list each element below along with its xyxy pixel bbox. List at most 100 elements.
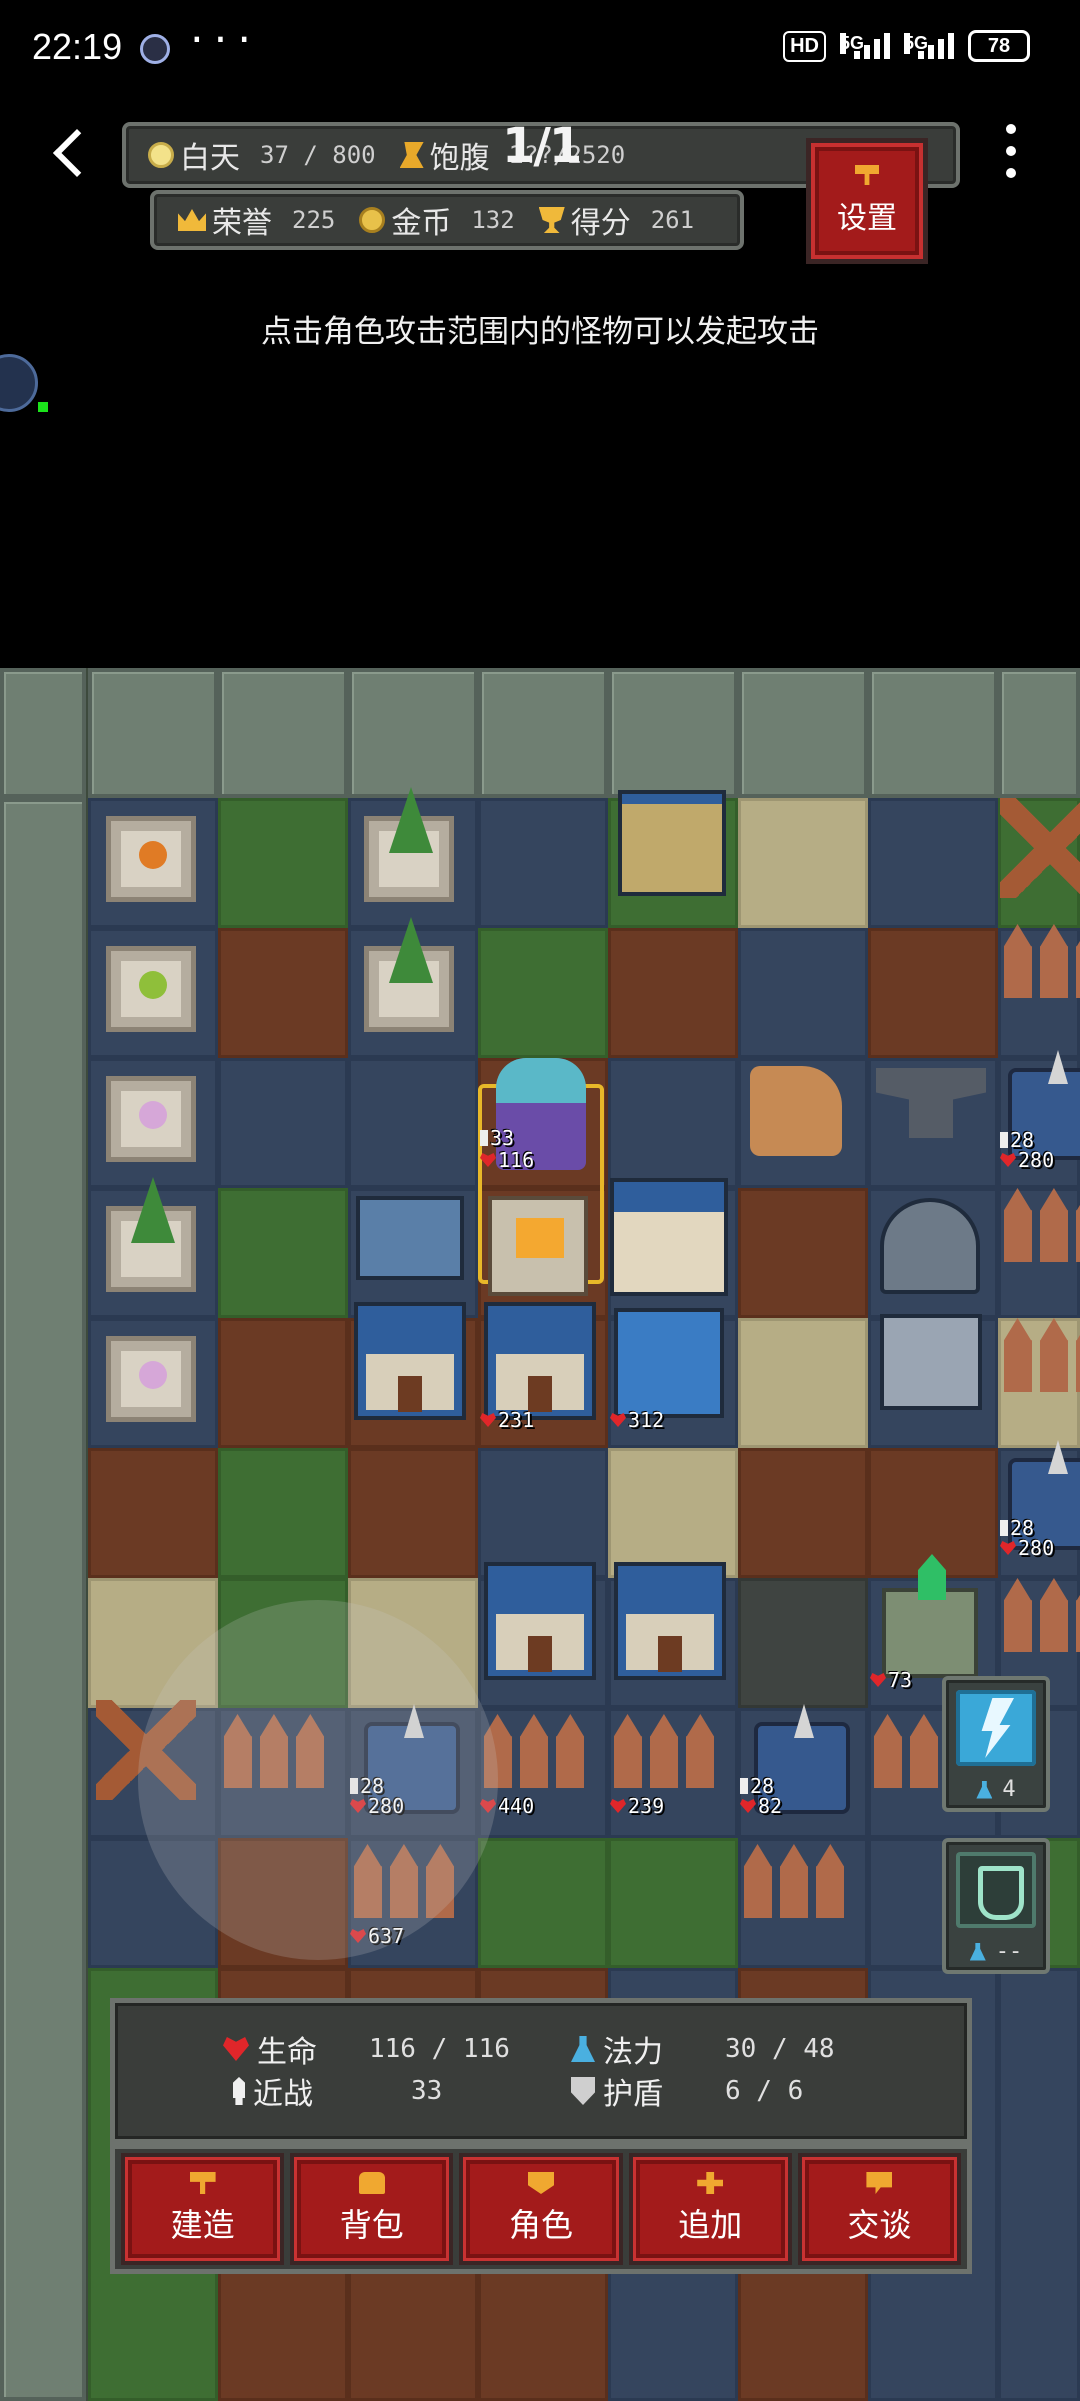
gold-value: 132 xyxy=(471,206,515,234)
hud-score-bar: 荣誉 225 金币 132 得分 261 xyxy=(150,190,744,250)
hammer-icon xyxy=(189,2172,216,2194)
status-time: 22:19 xyxy=(32,26,123,67)
character-stats-panel: 生命 116 / 116 近战 33 法力 30 / 48 护盾 6 / 6 xyxy=(110,1998,972,2144)
score-counter: 得分 261 xyxy=(538,198,694,242)
backpack-label: 背包 xyxy=(339,2206,404,2244)
left-wall xyxy=(0,798,86,2401)
cow-monster[interactable] xyxy=(750,1066,842,1156)
plus-icon xyxy=(697,2172,724,2194)
heart-icon xyxy=(1000,1541,1016,1555)
heart-icon xyxy=(610,1413,626,1427)
mana-flask-icon xyxy=(571,2036,595,2062)
turnip-planter[interactable] xyxy=(106,1336,196,1422)
wall-tile xyxy=(868,668,998,798)
trophy-icon xyxy=(538,207,565,233)
lightning-skill-card[interactable]: 4 xyxy=(942,1676,1050,1812)
well[interactable] xyxy=(880,1198,980,1294)
spike-fence[interactable] xyxy=(614,1714,718,1788)
network-label-2: 5G xyxy=(904,33,929,54)
online-indicator-icon xyxy=(38,402,48,412)
more-options-button[interactable] xyxy=(996,124,1026,178)
shield-icon xyxy=(956,1852,1036,1928)
sword-icon xyxy=(233,2077,245,2105)
wall-tile xyxy=(0,668,86,798)
honor-label: 荣誉 xyxy=(212,206,272,241)
signal-icon-2: 5G xyxy=(904,33,954,59)
lightning-skill-count: 4 xyxy=(946,1777,1046,1802)
floor-tile xyxy=(868,798,998,928)
crown-icon xyxy=(178,209,206,231)
town-hall[interactable] xyxy=(610,1178,728,1296)
floor-tile xyxy=(218,798,348,928)
status-icons: HD 5G 5G 78 xyxy=(783,30,1030,62)
virtual-joystick[interactable] xyxy=(138,1600,498,1960)
build-button[interactable]: 建造 xyxy=(121,2153,285,2265)
turnip-planter[interactable] xyxy=(106,1076,196,1162)
pumpkin-planter[interactable] xyxy=(106,816,196,902)
furnace[interactable] xyxy=(488,1196,588,1296)
pumpkin-icon xyxy=(139,841,167,869)
mana-flask-icon xyxy=(976,1780,993,1799)
heart-icon xyxy=(610,1799,626,1813)
tree-planter[interactable] xyxy=(364,816,454,902)
house[interactable] xyxy=(354,1302,466,1420)
floor-tile xyxy=(608,1058,738,1188)
heart-icon xyxy=(1000,1153,1016,1167)
shield-icon xyxy=(571,2077,595,2105)
player-attack-label: 33 xyxy=(480,1126,514,1150)
character-button[interactable]: 角色 xyxy=(459,2153,623,2265)
mana-flask-icon xyxy=(969,1942,986,1961)
tree-planter[interactable] xyxy=(106,1206,196,1292)
floor-tile xyxy=(998,1968,1080,2401)
player-hp-label: 116 xyxy=(480,1148,534,1172)
clinic-hp-label: 312 xyxy=(610,1408,664,1432)
melee-label: 近战 xyxy=(253,2077,313,2112)
floor-tile xyxy=(738,928,868,1058)
tower-hp-label: 82 xyxy=(740,1794,782,1818)
house[interactable] xyxy=(484,1302,596,1420)
floor-tile xyxy=(738,1578,868,1708)
settings-button[interactable]: 设置 xyxy=(806,138,928,264)
wall-tile xyxy=(608,668,738,798)
house[interactable] xyxy=(614,1562,726,1680)
wall-tile xyxy=(478,668,608,798)
backpack-button[interactable]: 背包 xyxy=(290,2153,454,2265)
more-notifications-icon: ··· xyxy=(186,20,258,61)
page-indicator: 1/1 xyxy=(502,118,582,174)
machine[interactable] xyxy=(880,1314,982,1410)
append-button[interactable]: 追加 xyxy=(628,2153,792,2265)
append-label: 追加 xyxy=(678,2206,743,2244)
tower-hp-label: 280 xyxy=(1000,1148,1054,1172)
shop-stall[interactable] xyxy=(618,790,726,896)
network-label-1: 5G xyxy=(840,33,865,54)
heart-icon xyxy=(480,1413,496,1427)
shield-skill-card[interactable]: -- xyxy=(942,1838,1050,1974)
attack-hint-text: 点击角色攻击范围内的怪物可以发起攻击 xyxy=(261,314,819,350)
clinic[interactable] xyxy=(614,1308,724,1418)
floor-tile xyxy=(218,1058,348,1188)
floating-assistant-icon[interactable] xyxy=(0,354,38,412)
floor-tile xyxy=(738,798,868,928)
floor-tile xyxy=(868,928,998,1058)
floor-tile xyxy=(738,1448,868,1578)
workbench[interactable] xyxy=(356,1196,464,1280)
character-label: 角色 xyxy=(509,2206,574,2244)
spike-fence[interactable] xyxy=(744,1844,848,1918)
melee-value: 33 xyxy=(411,2076,443,2106)
tree-planter[interactable] xyxy=(364,946,454,1032)
herb-planter[interactable] xyxy=(106,946,196,1032)
floor-tile xyxy=(478,1448,608,1578)
spike-fence[interactable] xyxy=(484,1714,588,1788)
back-button[interactable] xyxy=(48,122,94,182)
gold-label: 金币 xyxy=(391,206,452,241)
character-icon xyxy=(528,2172,554,2194)
honor-value: 225 xyxy=(292,206,336,234)
crystal-shrine[interactable] xyxy=(882,1588,978,1678)
turnip-icon xyxy=(139,1361,167,1389)
floor-tile xyxy=(348,1448,478,1578)
action-bar: 建造 背包 角色 追加 交谈 xyxy=(110,2144,972,2274)
talk-button[interactable]: 交谈 xyxy=(797,2153,962,2265)
chat-icon xyxy=(866,2172,893,2194)
turnip-icon xyxy=(139,1101,167,1129)
house[interactable] xyxy=(484,1562,596,1680)
